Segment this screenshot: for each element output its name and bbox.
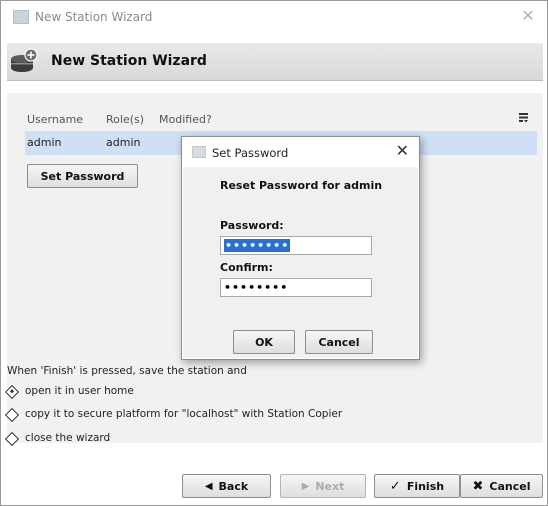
wizard-title: New Station Wizard — [51, 53, 207, 69]
finish-options-intro: When 'Finish' is pressed, save the stati… — [7, 365, 247, 377]
confirm-field[interactable]: •••••••• — [220, 278, 372, 297]
password-value: •••••••• — [224, 239, 291, 252]
back-arrow-icon: ◀ — [204, 480, 213, 492]
back-label: Back — [218, 479, 249, 493]
password-field[interactable]: •••••••• — [220, 236, 372, 255]
wizard-header: New Station Wizard — [7, 43, 543, 81]
dialog-titlebar: Set Password ✕ — [182, 137, 419, 167]
window-titlebar: New Station Wizard ✕ — [1, 1, 547, 33]
finish-button[interactable]: ✓ Finish — [374, 474, 460, 498]
station-database-icon — [11, 48, 38, 72]
set-password-dialog: Set Password ✕ Reset Password for admin … — [181, 136, 420, 360]
window-close-icon[interactable]: ✕ — [519, 6, 537, 26]
wizard-footer: ◀ Back ▶ Next ✓ Finish ✖ Cancel — [7, 469, 543, 505]
next-button[interactable]: ▶ Next — [280, 474, 366, 498]
table-header: Username Role(s) Modified? — [27, 109, 543, 131]
dialog-heading: Reset Password for admin — [220, 179, 383, 192]
app-icon — [13, 10, 29, 24]
dialog-body: Reset Password for admin Password: •••••… — [183, 167, 418, 358]
option-label: copy it to secure platform for "localhos… — [25, 408, 343, 420]
back-button[interactable]: ◀ Back — [182, 474, 271, 498]
column-header-modified[interactable]: Modified? — [159, 113, 212, 126]
window-title: New Station Wizard — [35, 10, 153, 24]
password-label: Password: — [220, 219, 284, 232]
ok-button[interactable]: OK — [233, 330, 295, 354]
table-options-icon[interactable] — [519, 113, 529, 123]
column-header-username[interactable]: Username — [27, 113, 83, 126]
dialog-cancel-button[interactable]: Cancel — [305, 330, 373, 354]
option-label: close the wizard — [25, 432, 111, 444]
option-label: open it in user home — [25, 385, 134, 397]
dialog-close-icon[interactable]: ✕ — [396, 141, 409, 160]
cancel-button[interactable]: ✖ Cancel — [460, 474, 543, 498]
cell-username: admin — [27, 136, 62, 149]
cell-roles: admin — [106, 136, 141, 149]
confirm-label: Confirm: — [220, 261, 273, 274]
column-header-roles[interactable]: Role(s) — [106, 113, 144, 126]
set-password-button[interactable]: Set Password — [27, 164, 138, 188]
dialog-title: Set Password — [212, 146, 289, 160]
check-icon: ✓ — [389, 478, 401, 494]
x-icon: ✖ — [472, 478, 484, 494]
cancel-label: Cancel — [489, 479, 531, 493]
finish-label: Finish — [406, 479, 445, 493]
dialog-app-icon — [192, 146, 206, 158]
next-arrow-icon: ▶ — [301, 480, 310, 492]
next-label: Next — [315, 479, 345, 493]
